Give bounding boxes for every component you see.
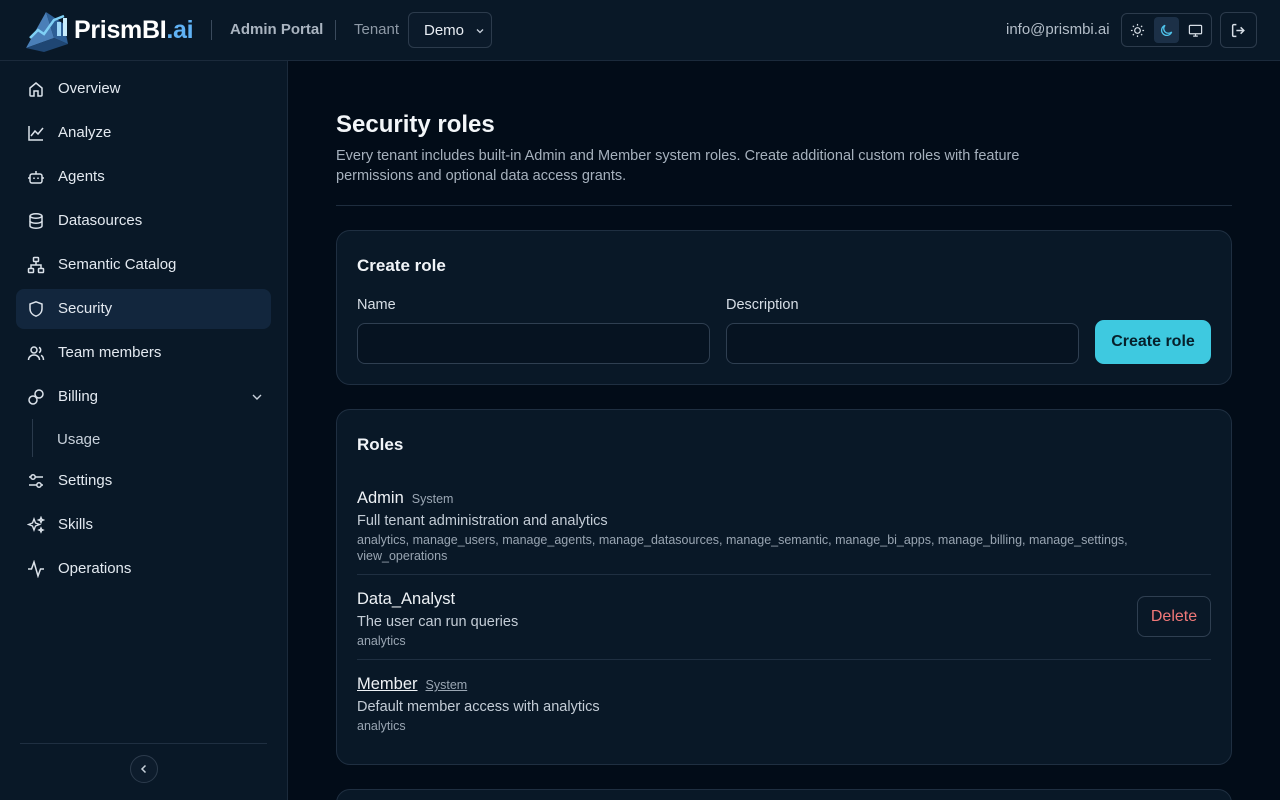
sidebar-item-label: Team members: [58, 344, 162, 361]
role-description: The user can run queries: [357, 614, 519, 630]
sidebar: Overview Analyze Agents Datasources Sema…: [0, 61, 288, 800]
home-icon: [29, 82, 43, 97]
theme-switcher: [1121, 13, 1212, 47]
sidebar-item-label: Settings: [58, 472, 113, 489]
chevron-down-icon: [476, 29, 484, 34]
sidebar-item-team-members[interactable]: Team members: [16, 333, 271, 373]
prism-logo-icon: [26, 12, 68, 52]
database-icon: [29, 213, 43, 229]
sidebar-item-label: Overview: [58, 80, 121, 97]
portal-label: Admin Portal: [230, 21, 324, 38]
header-separator: [211, 20, 212, 40]
user-email: info@prismbi.ai: [1006, 21, 1110, 38]
role-name-input[interactable]: [357, 323, 710, 364]
sidebar-item-operations[interactable]: Operations: [16, 549, 271, 589]
role-item-data-analyst: Data_Analyst The user can run queries an…: [357, 590, 1211, 649]
next-card: [336, 789, 1232, 800]
tenant-select[interactable]: Demo: [408, 12, 492, 48]
page-divider: [336, 205, 1232, 206]
page-title: Security roles: [336, 111, 495, 138]
role-divider: [357, 574, 1211, 575]
sliders-icon: [29, 474, 43, 488]
network-icon: [27, 256, 45, 274]
role-item-member[interactable]: Member System Default member access with …: [357, 675, 1211, 734]
line-chart-icon: [28, 126, 44, 141]
sidebar-item-analyze[interactable]: Analyze: [16, 113, 271, 153]
logout-icon: [1231, 23, 1245, 37]
sidebar-item-security[interactable]: Security: [16, 289, 271, 329]
role-name: Data_Analyst: [357, 590, 456, 608]
theme-light-button[interactable]: [1125, 17, 1151, 43]
sidebar-item-label: Agents: [58, 168, 105, 185]
sidebar-item-skills[interactable]: Skills: [16, 505, 271, 545]
role-name[interactable]: Member: [357, 675, 418, 694]
roles-card: Roles Admin System Full tenant administra…: [336, 409, 1232, 765]
role-permissions: analytics: [357, 634, 406, 648]
sidebar-divider: [20, 743, 267, 744]
page-description: Every tenant includes built-in Admin and…: [336, 148, 1020, 184]
sidebar-item-semantic-catalog[interactable]: Semantic Catalog: [16, 245, 271, 285]
sidebar-subitem-usage[interactable]: Usage: [57, 431, 100, 448]
sparkles-icon: [27, 516, 45, 534]
role-description-input[interactable]: [726, 323, 1079, 364]
header-separator: [335, 20, 336, 40]
sidebar-item-datasources[interactable]: Datasources: [16, 201, 271, 241]
logout-button[interactable]: [1220, 12, 1257, 48]
bot-icon: [28, 171, 44, 184]
sidebar-item-settings[interactable]: Settings: [16, 461, 271, 501]
sidebar-item-label: Skills: [58, 516, 94, 533]
delete-role-button[interactable]: Delete: [1137, 596, 1211, 637]
chevron-left-icon: [140, 764, 147, 774]
create-role-button[interactable]: Create role: [1095, 320, 1211, 364]
moon-icon: [1161, 24, 1173, 36]
sidebar-item-label: Datasources: [58, 212, 143, 229]
sidebar-item-overview[interactable]: Overview: [16, 69, 271, 109]
role-item-admin: Admin System Full tenant administration a…: [357, 489, 1211, 564]
logo-wordmark: PrismBI.ai: [74, 15, 194, 44]
role-description: Full tenant administration and analytics: [357, 513, 608, 529]
role-name: Admin: [357, 489, 404, 507]
sidebar-item-label: Semantic Catalog: [58, 256, 177, 273]
sidebar-item-billing[interactable]: Billing: [16, 377, 271, 417]
sidebar-item-label: Operations: [58, 560, 132, 577]
role-divider: [357, 659, 1211, 660]
sidebar-item-label: Security: [58, 300, 113, 317]
sidebar-item-agents[interactable]: Agents: [16, 157, 271, 197]
system-badge: System: [411, 492, 454, 506]
chevron-down-icon: [252, 394, 262, 400]
monitor-icon: [1188, 24, 1202, 37]
top-header: PrismBI.ai Admin Portal Tenant Demo info…: [0, 0, 1280, 61]
sidebar-item-label: Billing: [58, 388, 99, 405]
system-badge: System: [425, 678, 468, 692]
app-logo[interactable]: PrismBI.ai: [24, 8, 194, 52]
sidebar-item-label: Analyze: [58, 124, 112, 141]
theme-system-button[interactable]: [1182, 17, 1208, 43]
link-icon: [28, 389, 44, 405]
role-permissions: analytics, manage_users, manage_agents, …: [357, 533, 1128, 563]
sun-icon: [1131, 23, 1145, 37]
description-field-label: Description: [726, 297, 799, 313]
roles-title: Roles: [357, 435, 404, 454]
create-role-card: Create role Name Description Create role: [336, 230, 1232, 385]
submenu-guide-line: [32, 419, 33, 457]
tenant-label: Tenant: [354, 21, 400, 38]
activity-icon: [28, 560, 44, 578]
users-icon: [27, 346, 45, 361]
shield-icon: [29, 301, 43, 317]
role-description: Default member access with analytics: [357, 699, 600, 715]
create-role-title: Create role: [357, 256, 446, 275]
role-permissions: analytics: [357, 719, 406, 733]
theme-dark-button[interactable]: [1153, 17, 1180, 43]
sidebar-collapse-button[interactable]: [130, 755, 158, 783]
name-field-label: Name: [357, 297, 396, 313]
tenant-select-value: Demo: [424, 21, 465, 39]
